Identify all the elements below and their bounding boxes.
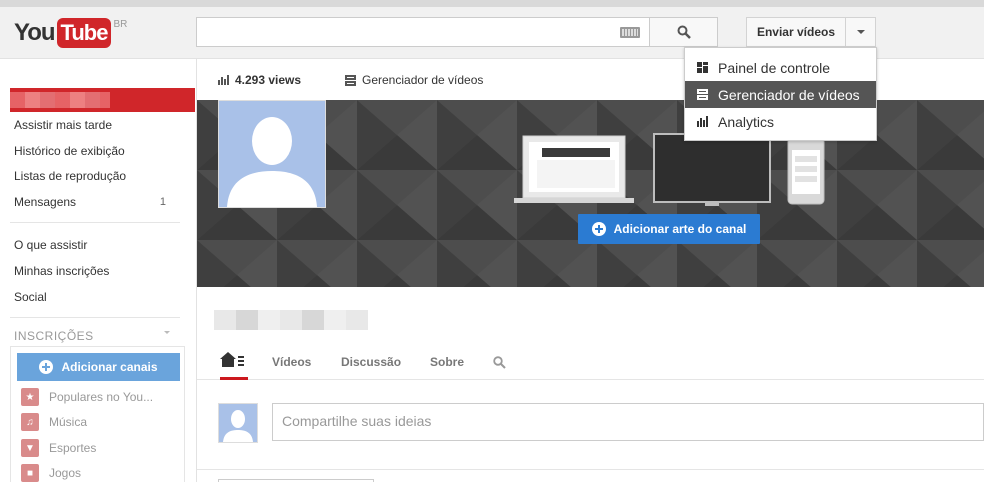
sidebar-divider	[10, 317, 180, 318]
subscriptions-panel: Adicionar canais ★ Populares no You... ♫…	[10, 346, 185, 482]
analytics-icon	[218, 75, 229, 85]
subscriptions-heading: INSCRIÇÕES	[14, 329, 94, 343]
redacted-channel-name	[214, 310, 368, 330]
views-count: 4.293 views	[218, 73, 301, 87]
menu-item-video-manager[interactable]: Gerenciador de vídeos	[685, 81, 876, 108]
add-channels-button[interactable]: Adicionar canais	[17, 353, 180, 381]
analytics-icon	[697, 116, 708, 127]
section-divider	[197, 469, 984, 470]
views-label: 4.293 views	[235, 73, 302, 87]
home-icon	[220, 352, 244, 367]
subscription-item-music[interactable]: ♫ Música	[21, 413, 87, 431]
tab-home[interactable]	[220, 352, 248, 380]
menu-item-analytics[interactable]: Analytics	[685, 108, 876, 135]
monitor-illustration	[653, 133, 771, 206]
subscription-label: Populares no You...	[49, 390, 154, 404]
menu-item-label: Gerenciador de vídeos	[718, 86, 860, 103]
tab-about[interactable]: Sobre	[430, 355, 464, 369]
subscription-label: Jogos	[49, 466, 82, 480]
keyboard-icon[interactable]	[620, 27, 640, 38]
menu-item-label: Analytics	[718, 113, 775, 130]
collapse-caret-icon[interactable]	[164, 331, 170, 334]
chevron-down-icon	[856, 30, 865, 34]
redacted-username	[10, 92, 110, 108]
youtube-logo[interactable]: You Tube BR	[14, 18, 127, 48]
laptop-illustration	[514, 135, 634, 203]
search-input[interactable]	[196, 17, 650, 47]
upload-button[interactable]: Enviar vídeos	[746, 17, 846, 47]
sidebar-user-channel[interactable]	[10, 88, 195, 112]
sidebar-item-social[interactable]: Social	[14, 290, 47, 304]
default-avatar-icon	[219, 101, 325, 207]
upload-dropdown-menu: Painel de controle Gerenciador de vídeos…	[684, 47, 877, 141]
search-bar	[196, 17, 718, 47]
sidebar-item-history[interactable]: Histórico de exibição	[14, 144, 125, 158]
logo-you-text: You	[14, 19, 56, 46]
sidebar-item-what-to-watch[interactable]: O que assistir	[14, 238, 87, 252]
video-manager-label: Gerenciador de vídeos	[362, 73, 484, 87]
logo-tube-text: Tube	[56, 18, 112, 48]
upload-menu-toggle[interactable]	[845, 17, 876, 47]
tab-videos[interactable]: Vídeos	[272, 355, 311, 369]
search-icon[interactable]	[493, 356, 506, 369]
subscription-item-sports[interactable]: ▼ Esportes	[21, 439, 96, 457]
sidebar-item-my-subscriptions[interactable]: Minhas inscrições	[14, 264, 109, 278]
headphones-icon: ♫	[21, 413, 39, 431]
share-ideas-input[interactable]: Compartilhe suas ideias	[272, 403, 984, 441]
sidebar-item-playlists[interactable]: Listas de reprodução	[14, 169, 126, 183]
guide-sidebar: Assistir mais tarde Histórico de exibiçã…	[0, 59, 197, 482]
video-manager-link[interactable]: Gerenciador de vídeos	[345, 73, 483, 87]
sidebar-item-messages[interactable]: Mensagens	[14, 195, 76, 209]
search-icon	[677, 25, 691, 39]
plus-circle-icon	[591, 222, 606, 236]
user-avatar	[218, 403, 258, 443]
menu-item-label: Painel de controle	[718, 59, 831, 76]
messages-count-badge: 1	[159, 196, 166, 208]
add-channel-art-label: Adicionar arte do canal	[613, 222, 747, 236]
search-button[interactable]	[649, 17, 718, 47]
video-manager-icon	[697, 89, 708, 100]
subscription-item-games[interactable]: ■ Jogos	[21, 464, 81, 482]
channel-avatar[interactable]	[218, 100, 326, 208]
region-label: BR	[113, 19, 128, 30]
star-icon: ★	[21, 388, 39, 406]
trophy-icon: ▼	[21, 439, 39, 457]
video-manager-icon	[345, 74, 356, 86]
plus-circle-icon	[39, 360, 54, 374]
subscription-item-popular[interactable]: ★ Populares no You...	[21, 388, 153, 406]
sidebar-divider	[10, 222, 180, 223]
menu-item-dashboard[interactable]: Painel de controle	[685, 54, 876, 81]
phone-illustration	[787, 137, 825, 205]
dashboard-icon	[697, 62, 708, 73]
subscription-label: Música	[49, 415, 88, 429]
gamepad-icon: ■	[21, 464, 39, 482]
add-channels-label: Adicionar canais	[61, 360, 158, 374]
sidebar-item-watch-later[interactable]: Assistir mais tarde	[14, 118, 112, 132]
tab-discussion[interactable]: Discussão	[341, 355, 401, 369]
default-avatar-icon	[219, 404, 257, 442]
channel-tabs: Vídeos Discussão Sobre	[197, 344, 984, 380]
add-channel-art-button[interactable]: Adicionar arte do canal	[578, 214, 760, 244]
subscription-label: Esportes	[49, 441, 97, 455]
